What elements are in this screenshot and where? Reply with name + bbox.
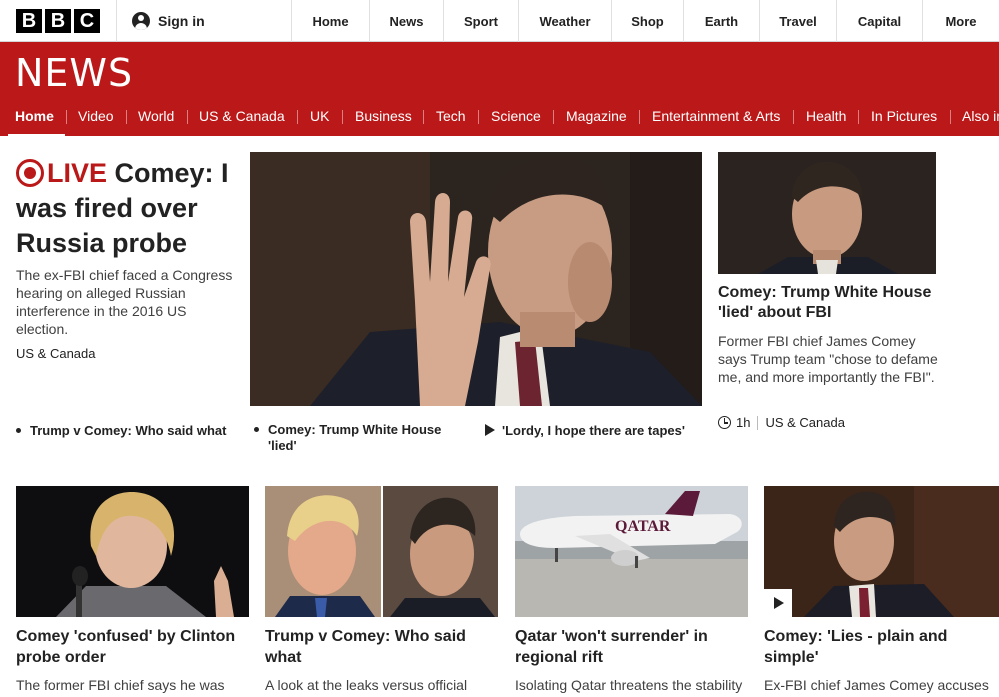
news-nav-magazine[interactable]: Magazine [566, 96, 627, 136]
global-nav-capital[interactable]: Capital [836, 0, 922, 42]
bbc-logo-letter: C [74, 9, 100, 33]
related-link[interactable]: Comey: Trump White House 'lied' [254, 422, 454, 454]
news-wordmark[interactable]: NEWS [15, 51, 133, 95]
news-nav-in-pictures[interactable]: In Pictures [871, 96, 937, 136]
story-card-image[interactable]: QATAR [515, 486, 748, 617]
lead-image[interactable] [250, 152, 702, 406]
news-nav-world[interactable]: World [138, 96, 174, 136]
lead-headline-block[interactable]: LIVE Comey: I was fired over Russia prob… [16, 156, 238, 261]
global-nav-earth[interactable]: Earth [683, 0, 759, 42]
story-card-headline[interactable]: Comey 'confused' by Clinton probe order [16, 626, 251, 668]
divider [66, 110, 67, 124]
play-icon [485, 424, 495, 436]
trump-comey-split-photo [265, 486, 498, 617]
bbc-logo[interactable]: B B C [16, 9, 100, 33]
lead-summary: The ex-FBI chief faced a Congress hearin… [16, 267, 233, 337]
global-header: B B C Sign in Home News Sport Weather Sh… [0, 0, 999, 42]
story-card-headline[interactable]: Trump v Comey: Who said what [265, 626, 495, 668]
global-nav-travel[interactable]: Travel [759, 0, 836, 42]
user-icon [132, 12, 150, 30]
divider [187, 110, 188, 124]
right-story-summary: Former FBI chief James Comey says Trump … [718, 333, 938, 385]
right-story-image[interactable] [718, 152, 936, 274]
clock-icon [718, 416, 731, 429]
story-time: 1h [736, 415, 751, 430]
divider [950, 110, 951, 124]
global-nav-home[interactable]: Home [291, 0, 369, 42]
news-nav-video[interactable]: Video [78, 96, 114, 136]
divider [116, 0, 117, 42]
qatar-airways-plane-photo: QATAR [515, 486, 748, 617]
bullet-icon [254, 427, 259, 432]
divider [858, 110, 859, 124]
news-nav-health[interactable]: Health [806, 96, 846, 136]
comey-testimony-photo [764, 486, 999, 617]
signin-label: Sign in [158, 13, 205, 29]
news-nav-us-canada[interactable]: US & Canada [199, 96, 285, 136]
divider [553, 110, 554, 124]
clinton-speaking-photo [16, 486, 249, 617]
story-card-summary: A look at the leaks versus official [265, 677, 468, 693]
story-card-image[interactable] [764, 486, 999, 617]
story-card-summary: The former FBI chief says he was [16, 677, 225, 693]
news-nav-tech[interactable]: Tech [436, 96, 466, 136]
story-card-summary: Isolating Qatar threatens the stability [515, 677, 743, 693]
news-banner: NEWS Home Video World US & Canada UK Bus… [0, 42, 999, 138]
story-card-image[interactable] [16, 486, 249, 617]
related-label: Comey: Trump White House 'lied' [268, 422, 442, 453]
related-label: Trump v Comey: Who said what [30, 423, 227, 438]
divider [126, 110, 127, 124]
related-label: 'Lordy, I hope there are tapes' [502, 423, 685, 438]
divider [757, 415, 759, 430]
lead-tag[interactable]: US & Canada [16, 346, 96, 361]
bullet-icon [16, 428, 21, 433]
divider [793, 110, 794, 124]
global-nav-shop[interactable]: Shop [611, 0, 683, 42]
signin-link[interactable]: Sign in [132, 0, 205, 42]
news-nav: Home Video World US & Canada UK Business… [0, 96, 999, 138]
right-story-meta: 1h US & Canada [718, 415, 845, 430]
news-nav-science[interactable]: Science [491, 96, 541, 136]
global-nav-sport[interactable]: Sport [443, 0, 518, 42]
divider [639, 110, 640, 124]
active-tab-indicator [8, 134, 65, 138]
svg-text:QATAR: QATAR [615, 518, 671, 535]
news-nav-uk[interactable]: UK [310, 96, 329, 136]
bbc-logo-letter: B [45, 9, 71, 33]
news-nav-entertainment-arts[interactable]: Entertainment & Arts [652, 96, 780, 136]
divider [297, 110, 298, 124]
news-nav-home[interactable]: Home [15, 96, 54, 136]
story-tag[interactable]: US & Canada [765, 415, 845, 430]
global-nav-more[interactable]: More [922, 0, 999, 42]
story-card-headline[interactable]: Qatar 'won't surrender' in regional rift [515, 626, 748, 668]
live-icon [16, 159, 44, 187]
bbc-logo-letter: B [16, 9, 42, 33]
news-nav-business[interactable]: Business [355, 96, 412, 136]
news-nav-also-in[interactable]: Also in [962, 96, 999, 136]
story-card-summary: Ex-FBI chief James Comey accuses [764, 677, 989, 693]
story-card-headline[interactable]: Comey: 'Lies - plain and simple' [764, 626, 989, 668]
comey-hearing-photo [718, 152, 936, 274]
related-link[interactable]: Trump v Comey: Who said what [16, 423, 241, 439]
right-story-headline[interactable]: Comey: Trump White House 'lied' about FB… [718, 283, 948, 323]
divider [342, 110, 343, 124]
related-video-link[interactable]: 'Lordy, I hope there are tapes' [485, 423, 700, 439]
play-icon[interactable] [764, 589, 792, 617]
global-nav-weather[interactable]: Weather [518, 0, 611, 42]
story-card-image[interactable] [265, 486, 498, 617]
divider [423, 110, 424, 124]
divider [478, 110, 479, 124]
global-nav-news[interactable]: News [369, 0, 443, 42]
comey-raised-hand-photo [250, 152, 702, 406]
live-label: LIVE [47, 158, 108, 188]
